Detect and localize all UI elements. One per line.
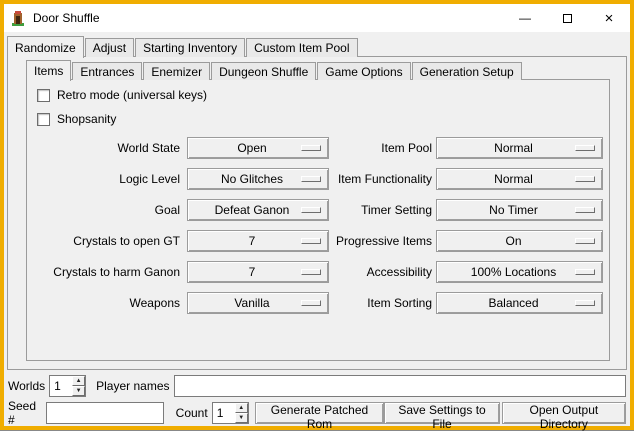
tab-entrances[interactable]: Entrances: [72, 62, 142, 80]
tab-starting-inventory[interactable]: Starting Inventory: [135, 38, 245, 57]
item-functionality-dropdown[interactable]: Normal: [436, 168, 603, 190]
spin-down-icon[interactable]: ▼: [235, 413, 248, 423]
tab-items[interactable]: Items: [26, 60, 71, 81]
worlds-label: Worlds: [8, 379, 45, 393]
option-row: Crystals to open GT 7 Progressive Items …: [27, 225, 609, 256]
shopsanity-label: Shopsanity: [57, 112, 116, 126]
item-sorting-label: Item Sorting: [329, 296, 432, 310]
outer-tab-bar: Randomize Adjust Starting Inventory Cust…: [7, 35, 359, 57]
player-names-label: Player names: [96, 379, 169, 393]
items-pane: Retro mode (universal keys) Shopsanity W…: [26, 79, 610, 361]
crystals-gt-dropdown[interactable]: 7: [187, 230, 329, 252]
weapons-dropdown[interactable]: Vanilla: [187, 292, 329, 314]
randomize-pane: Items Entrances Enemizer Dungeon Shuffle…: [7, 56, 627, 370]
world-state-dropdown[interactable]: Open: [187, 137, 329, 159]
menu-indicator-icon: [301, 238, 321, 244]
crystals-ganon-label: Crystals to harm Ganon: [27, 265, 180, 279]
item-pool-dropdown[interactable]: Normal: [436, 137, 603, 159]
seed-input[interactable]: [46, 402, 164, 424]
progressive-items-dropdown[interactable]: On: [436, 230, 603, 252]
tab-adjust[interactable]: Adjust: [85, 38, 134, 57]
window-content: Randomize Adjust Starting Inventory Cust…: [4, 32, 630, 426]
app-icon: [10, 10, 26, 26]
progressive-items-label: Progressive Items: [329, 234, 432, 248]
menu-indicator-icon: [301, 176, 321, 182]
option-row: World State Open Item Pool Normal: [27, 132, 609, 163]
generate-patched-rom-button[interactable]: Generate Patched Rom: [255, 402, 385, 424]
item-pool-label: Item Pool: [329, 141, 432, 155]
minimize-icon[interactable]: —: [504, 4, 546, 32]
goal-dropdown[interactable]: Defeat Ganon: [187, 199, 329, 221]
shopsanity-checkbox[interactable]: [37, 113, 50, 126]
option-row: Crystals to harm Ganon 7 Accessibility 1…: [27, 256, 609, 287]
tab-dungeon-shuffle[interactable]: Dungeon Shuffle: [211, 62, 316, 80]
tab-enemizer[interactable]: Enemizer: [143, 62, 210, 80]
inner-tab-bar: Items Entrances Enemizer Dungeon Shuffle…: [26, 59, 523, 80]
crystals-ganon-dropdown[interactable]: 7: [187, 261, 329, 283]
seed-label: Seed #: [8, 399, 42, 427]
worlds-value: 1: [50, 376, 72, 396]
spin-down-icon[interactable]: ▼: [72, 386, 85, 396]
open-output-directory-button[interactable]: Open Output Directory: [502, 402, 626, 424]
worlds-row: Worlds 1 ▲ ▼ Player names: [8, 375, 626, 397]
options-grid: World State Open Item Pool Normal Logic …: [27, 132, 609, 318]
count-label: Count: [176, 406, 208, 420]
menu-indicator-icon: [575, 145, 595, 151]
menu-indicator-icon: [301, 300, 321, 306]
close-icon[interactable]: ×: [588, 4, 630, 32]
option-row: Goal Defeat Ganon Timer Setting No Timer: [27, 194, 609, 225]
tab-game-options[interactable]: Game Options: [317, 62, 410, 80]
spin-up-icon[interactable]: ▲: [72, 376, 85, 386]
retro-mode-checkbox[interactable]: [37, 89, 50, 102]
goal-label: Goal: [27, 203, 180, 217]
spin-up-icon[interactable]: ▲: [235, 403, 248, 413]
accessibility-label: Accessibility: [329, 265, 432, 279]
worlds-spinner[interactable]: 1 ▲ ▼: [49, 375, 86, 397]
menu-indicator-icon: [575, 176, 595, 182]
timer-setting-label: Timer Setting: [329, 203, 432, 217]
tab-randomize[interactable]: Randomize: [7, 36, 84, 58]
timer-setting-dropdown[interactable]: No Timer: [436, 199, 603, 221]
tab-generation-setup[interactable]: Generation Setup: [412, 62, 522, 80]
crystals-gt-label: Crystals to open GT: [27, 234, 180, 248]
item-functionality-label: Item Functionality: [329, 172, 432, 186]
menu-indicator-icon: [301, 207, 321, 213]
accessibility-dropdown[interactable]: 100% Locations: [436, 261, 603, 283]
tab-custom-item-pool[interactable]: Custom Item Pool: [246, 38, 357, 57]
world-state-label: World State: [27, 141, 180, 155]
retro-mode-row: Retro mode (universal keys): [37, 87, 207, 103]
window-title: Door Shuffle: [33, 11, 100, 25]
shopsanity-row: Shopsanity: [37, 111, 116, 127]
menu-indicator-icon: [575, 300, 595, 306]
save-settings-button[interactable]: Save Settings to File: [384, 402, 499, 424]
menu-indicator-icon: [575, 207, 595, 213]
item-sorting-dropdown[interactable]: Balanced: [436, 292, 603, 314]
menu-indicator-icon: [575, 238, 595, 244]
window-controls: — ×: [504, 4, 630, 32]
weapons-label: Weapons: [27, 296, 180, 310]
count-value: 1: [213, 403, 235, 423]
menu-indicator-icon: [301, 269, 321, 275]
retro-mode-label: Retro mode (universal keys): [57, 88, 207, 102]
menu-indicator-icon: [575, 269, 595, 275]
app-window: Door Shuffle — × Randomize Adjust Starti…: [0, 0, 634, 430]
seed-row: Seed # Count 1 ▲ ▼ Generate Patched Rom …: [8, 402, 626, 424]
maximize-icon[interactable]: [546, 4, 588, 32]
player-names-input[interactable]: [174, 375, 627, 397]
count-spinner[interactable]: 1 ▲ ▼: [212, 402, 249, 424]
titlebar: Door Shuffle — ×: [4, 4, 630, 32]
logic-level-dropdown[interactable]: No Glitches: [187, 168, 329, 190]
option-row: Weapons Vanilla Item Sorting Balanced: [27, 287, 609, 318]
menu-indicator-icon: [301, 145, 321, 151]
logic-level-label: Logic Level: [27, 172, 180, 186]
option-row: Logic Level No Glitches Item Functionali…: [27, 163, 609, 194]
